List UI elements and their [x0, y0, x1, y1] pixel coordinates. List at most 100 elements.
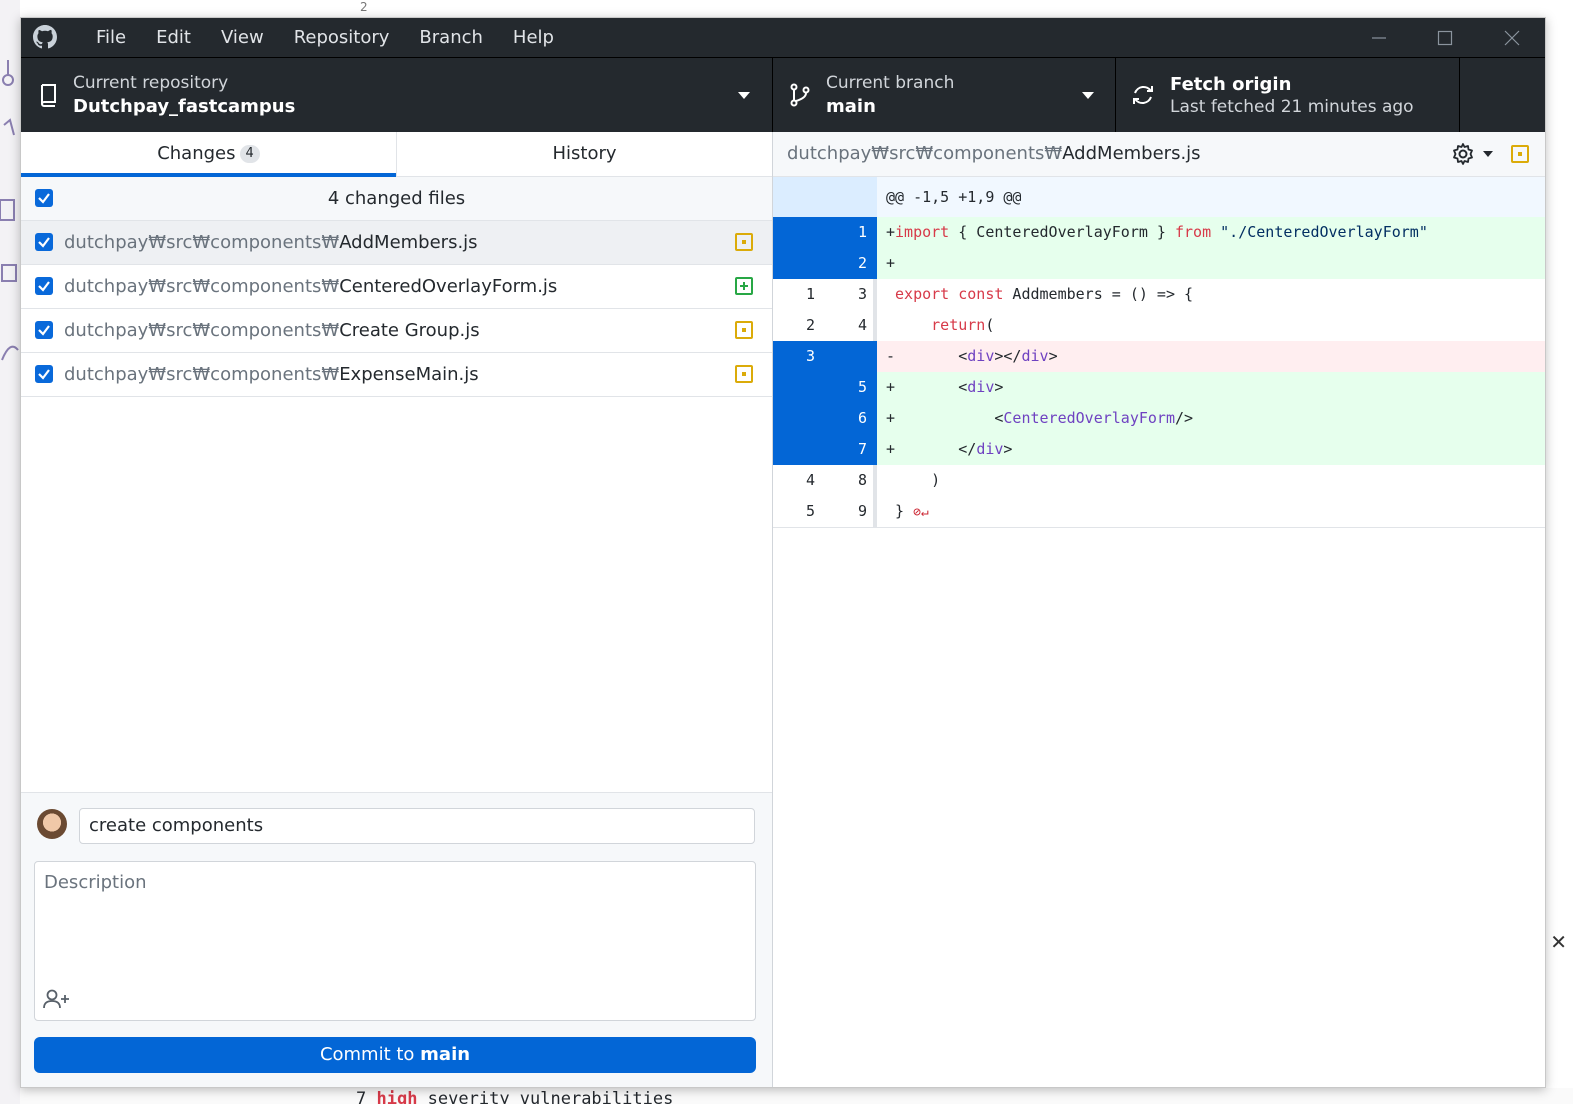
- file-modified-icon: [1511, 145, 1529, 163]
- line-number-old: 1: [773, 279, 825, 310]
- file-added-icon: [735, 277, 753, 295]
- check-icon: [38, 325, 50, 336]
- minimize-button[interactable]: [1346, 18, 1412, 57]
- tab-changes-label: Changes: [157, 143, 236, 164]
- background-left-strip: [0, 0, 20, 1104]
- diff-hunk-header[interactable]: @@ -1,5 +1,9 @@: [773, 177, 1545, 217]
- diff-end-divider: [773, 527, 1545, 528]
- gutter-old: [773, 177, 825, 217]
- changed-files-header: 4 changed files: [21, 177, 772, 221]
- branch-label: Current branch: [826, 73, 955, 93]
- gear-icon[interactable]: [1451, 142, 1475, 166]
- close-button[interactable]: [1479, 18, 1545, 57]
- no-newline-icon: ⊘↵: [913, 505, 929, 520]
- menu-file[interactable]: File: [81, 18, 141, 57]
- maximize-icon: [1437, 30, 1453, 45]
- minimize-icon: [1372, 36, 1386, 39]
- line-number-old: [773, 217, 825, 248]
- diff-line-context: 2 4 return(: [773, 310, 1545, 341]
- diff-line-added[interactable]: 1 +import { CenteredOverlayForm } from "…: [773, 217, 1545, 248]
- line-number-old: 3: [773, 341, 825, 372]
- menu-view[interactable]: View: [206, 18, 279, 57]
- commit-summary-input[interactable]: [79, 808, 755, 844]
- file-checkbox[interactable]: [35, 277, 53, 295]
- file-checkbox[interactable]: [35, 365, 53, 383]
- fetch-origin-button[interactable]: Fetch origin Last fetched 21 minutes ago: [1116, 58, 1460, 133]
- github-logo-icon: [33, 25, 57, 49]
- line-selected-bar: [873, 217, 877, 248]
- line-number-new: 2: [825, 248, 877, 279]
- avatar: [37, 809, 67, 839]
- code-line: + <div>: [886, 378, 1004, 396]
- diff-file-name: AddMembers.js: [1062, 143, 1201, 164]
- background-text: severity vulnerabilities: [417, 1089, 674, 1104]
- line-number-old: [773, 403, 825, 434]
- repo-name: Dutchpay_fastcampus: [73, 96, 296, 117]
- background-text-red: high: [376, 1089, 418, 1104]
- tab-bar: Changes 4 History: [21, 132, 772, 177]
- line-bar: [873, 310, 877, 341]
- line-number-old: [773, 434, 825, 465]
- diff-line-added[interactable]: 2 +: [773, 248, 1545, 279]
- background-close-icon[interactable]: ✕: [1550, 930, 1567, 954]
- file-path: dutchpay₩src₩components₩CenteredOverlayF…: [64, 265, 557, 308]
- diff-line-added[interactable]: 6 + <CenteredOverlayForm/>: [773, 403, 1545, 434]
- changes-sidebar: Changes 4 History 4 changed files dutchpa…: [21, 132, 773, 1087]
- background-text: 7: [356, 1089, 377, 1104]
- diff-pane: dutchpay₩src₩components₩AddMembers.js @@…: [773, 132, 1545, 1087]
- diff-line-added[interactable]: 7 + </div>: [773, 434, 1545, 465]
- file-row[interactable]: dutchpay₩src₩components₩AddMembers.js: [21, 221, 772, 265]
- diff-file-path: dutchpay₩src₩components₩AddMembers.js: [787, 132, 1201, 176]
- line-selected-bar: [873, 434, 877, 465]
- maximize-button[interactable]: [1412, 18, 1478, 57]
- changes-count-badge: 4: [239, 145, 260, 163]
- add-coauthor-icon[interactable]: [43, 988, 71, 1010]
- repo-icon: [41, 84, 56, 107]
- menu-bar: File Edit View Repository Branch Help: [81, 18, 569, 57]
- close-icon: [1504, 30, 1520, 45]
- diff-line-deleted[interactable]: 3 - <div></div>: [773, 341, 1545, 372]
- line-number-old: 4: [773, 465, 825, 496]
- file-checkbox[interactable]: [35, 321, 53, 339]
- title-bar: File Edit View Repository Branch Help: [21, 18, 1545, 57]
- current-branch-dropdown[interactable]: Current branch main: [773, 58, 1116, 133]
- changed-files-count: 4 changed files: [327, 188, 466, 209]
- code-line: } ⊘↵: [895, 502, 929, 520]
- menu-branch[interactable]: Branch: [404, 18, 498, 57]
- diff-line-context: 1 3 export const Addmembers = () => {: [773, 279, 1545, 310]
- background-top-text: 2: [360, 0, 368, 14]
- file-name: ExpenseMain.js: [339, 364, 479, 385]
- hunk-text: @@ -1,5 +1,9 @@: [886, 188, 1022, 206]
- file-checkbox[interactable]: [35, 233, 53, 251]
- line-number-old: [773, 372, 825, 403]
- diff-content: @@ -1,5 +1,9 @@ 1 +import { CenteredOver…: [773, 177, 1545, 528]
- line-number-new: 8: [825, 465, 877, 496]
- commit-description-field[interactable]: Description: [34, 861, 756, 1021]
- tab-changes[interactable]: Changes 4: [21, 132, 396, 177]
- file-row[interactable]: dutchpay₩src₩components₩ExpenseMain.js: [21, 353, 772, 397]
- repo-label: Current repository: [73, 73, 229, 93]
- menu-help[interactable]: Help: [498, 18, 569, 57]
- branch-icon: [790, 83, 810, 107]
- line-number-new: 5: [825, 372, 877, 403]
- sync-icon: [1133, 86, 1153, 104]
- diff-line-added[interactable]: 5 + <div>: [773, 372, 1545, 403]
- line-number-new: 6: [825, 403, 877, 434]
- file-row[interactable]: dutchpay₩src₩components₩CenteredOverlayF…: [21, 265, 772, 309]
- commit-button[interactable]: Commit to main: [34, 1037, 756, 1073]
- file-row[interactable]: dutchpay₩src₩components₩Create Group.js: [21, 309, 772, 353]
- menu-edit[interactable]: Edit: [141, 18, 206, 57]
- chevron-down-icon[interactable]: [1483, 151, 1493, 157]
- diff-header: dutchpay₩src₩components₩AddMembers.js: [773, 132, 1545, 177]
- file-name: AddMembers.js: [339, 232, 478, 253]
- tab-history[interactable]: History: [396, 132, 772, 176]
- check-icon: [38, 369, 50, 380]
- description-placeholder: Description: [44, 872, 147, 893]
- line-bar: [873, 496, 877, 527]
- line-number-new: 3: [825, 279, 877, 310]
- chevron-down-icon: [738, 92, 750, 99]
- menu-repository[interactable]: Repository: [279, 18, 405, 57]
- current-repository-dropdown[interactable]: Current repository Dutchpay_fastcampus: [21, 58, 773, 133]
- file-path: dutchpay₩src₩components₩ExpenseMain.js: [64, 353, 479, 396]
- tab-history-label: History: [552, 143, 617, 164]
